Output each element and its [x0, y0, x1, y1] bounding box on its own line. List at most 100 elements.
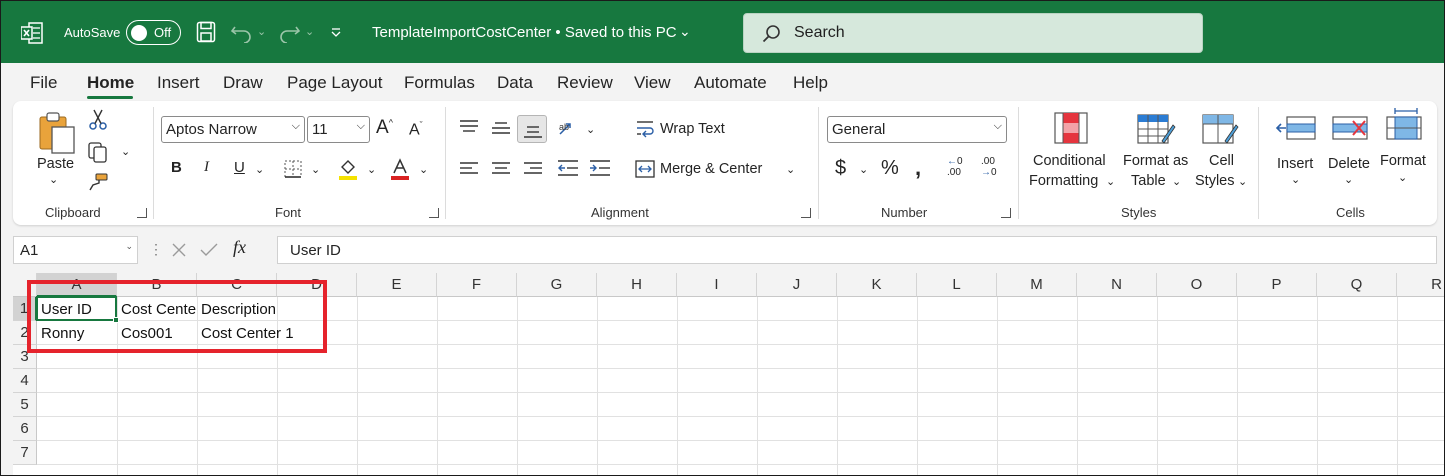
borders-icon[interactable] [283, 159, 303, 179]
row-header-7[interactable]: 7 [13, 441, 37, 465]
align-center-icon[interactable] [491, 161, 511, 177]
autosave-toggle[interactable]: Off [126, 20, 181, 45]
borders-dropdown-icon[interactable]: ⌄ [311, 163, 320, 176]
underline-icon[interactable]: U [234, 159, 245, 176]
conditional-formatting-icon[interactable] [1053, 111, 1089, 145]
more-options-icon[interactable]: ⋮ [149, 241, 163, 258]
column-header-o[interactable]: O [1157, 273, 1237, 297]
format-cells-icon[interactable] [1385, 107, 1423, 143]
column-header-h[interactable]: H [597, 273, 677, 297]
font-color-icon[interactable] [389, 157, 411, 181]
format-as-table-label-2[interactable]: Table [1131, 173, 1166, 189]
font-color-dropdown-icon[interactable]: ⌄ [419, 163, 428, 176]
currency-dropdown-icon[interactable]: ⌄ [859, 163, 868, 176]
cell-styles-label-1[interactable]: Cell [1209, 153, 1234, 169]
increase-indent-icon[interactable] [589, 159, 611, 179]
align-right-icon[interactable] [523, 161, 543, 177]
format-painter-icon[interactable] [87, 172, 109, 192]
redo-dropdown-icon[interactable]: ⌄ [305, 25, 314, 38]
paste-dropdown-icon[interactable]: ⌄ [49, 173, 58, 186]
format-cells-button[interactable]: Format [1380, 153, 1426, 169]
conditional-formatting-label-2[interactable]: Formatting [1029, 173, 1098, 189]
comma-style-icon[interactable]: , [915, 155, 921, 181]
formula-input[interactable]: User ID [277, 236, 1437, 264]
column-header-q[interactable]: Q [1317, 273, 1397, 297]
format-as-table-icon[interactable] [1136, 111, 1176, 147]
font-family-select[interactable]: Aptos Narrow ⌵ [161, 116, 305, 143]
delete-cells-icon[interactable] [1331, 113, 1371, 143]
paste-icon[interactable] [37, 111, 77, 155]
cancel-icon[interactable] [171, 242, 187, 258]
percent-icon[interactable]: % [881, 157, 899, 180]
format-as-table-label-1[interactable]: Format as [1123, 153, 1188, 169]
increase-decimal-icon[interactable]: ←0.00 [947, 156, 963, 178]
tab-review[interactable]: Review [557, 73, 613, 93]
chevron-down-icon[interactable]: ⌄ [1172, 175, 1181, 188]
number-format-select[interactable]: General ⌵ [827, 116, 1007, 143]
column-header-f[interactable]: F [437, 273, 517, 297]
fill-color-icon[interactable] [337, 157, 359, 181]
bottom-align-button[interactable] [517, 115, 547, 143]
currency-icon[interactable]: $ [835, 157, 846, 180]
font-size-select[interactable]: 11 ⌵ [307, 116, 370, 143]
search-box[interactable]: Search [743, 13, 1203, 53]
insert-cells-button[interactable]: Insert [1277, 156, 1313, 172]
row-header-5[interactable]: 5 [13, 393, 37, 417]
decrease-decimal-icon[interactable]: .00 →0 [981, 156, 997, 178]
column-header-l[interactable]: L [917, 273, 997, 297]
column-header-r[interactable]: R [1397, 273, 1444, 297]
tab-view[interactable]: View [634, 73, 671, 93]
document-title[interactable]: TemplateImportCostCenter • Saved to this… [372, 24, 677, 41]
insert-function-icon[interactable]: fx [233, 237, 246, 258]
tab-file[interactable]: File [30, 73, 57, 93]
alignment-launcher-icon[interactable] [801, 208, 811, 218]
name-box-dropdown-icon[interactable]: ⌄ [125, 241, 133, 252]
top-align-icon[interactable] [459, 119, 479, 135]
merge-center-button[interactable]: Merge & Center [660, 161, 762, 177]
row-header-4[interactable]: 4 [13, 369, 37, 393]
decrease-indent-icon[interactable] [557, 159, 579, 179]
increase-font-size-icon[interactable]: A^ [376, 117, 393, 139]
fill-color-dropdown-icon[interactable]: ⌄ [367, 163, 376, 176]
column-header-g[interactable]: G [517, 273, 597, 297]
merge-dropdown-icon[interactable]: ⌄ [786, 163, 795, 176]
redo-icon[interactable] [277, 21, 301, 43]
orientation-icon[interactable]: ab [557, 119, 579, 139]
underline-dropdown-icon[interactable]: ⌄ [255, 163, 264, 176]
merge-center-icon[interactable] [635, 160, 655, 178]
tab-automate[interactable]: Automate [694, 73, 767, 93]
tab-home[interactable]: Home [87, 73, 134, 93]
column-header-k[interactable]: K [837, 273, 917, 297]
chevron-down-icon[interactable]: ⌄ [1106, 175, 1115, 188]
align-left-icon[interactable] [459, 161, 479, 177]
paste-button[interactable]: Paste [37, 156, 74, 172]
chevron-down-icon[interactable]: ⌄ [1238, 175, 1247, 188]
delete-cells-button[interactable]: Delete [1328, 156, 1370, 172]
wrap-text-icon[interactable] [635, 119, 655, 139]
insert-cells-icon[interactable] [1275, 113, 1317, 143]
column-header-p[interactable]: P [1237, 273, 1317, 297]
tab-help[interactable]: Help [793, 73, 828, 93]
column-header-j[interactable]: J [757, 273, 837, 297]
cell-styles-label-2[interactable]: Styles [1195, 173, 1235, 189]
italic-icon[interactable]: I [204, 159, 209, 176]
column-header-e[interactable]: E [357, 273, 437, 297]
customize-toolbar-icon[interactable] [330, 27, 342, 39]
copy-icon[interactable] [87, 141, 109, 163]
chevron-down-icon[interactable]: ⌄ [679, 23, 691, 40]
tab-insert[interactable]: Insert [157, 73, 200, 93]
undo-icon[interactable] [230, 21, 254, 43]
middle-align-icon[interactable] [491, 121, 511, 137]
chevron-down-icon[interactable]: ⌄ [1398, 171, 1407, 184]
tab-data[interactable]: Data [497, 73, 533, 93]
chevron-down-icon[interactable]: ⌄ [1291, 173, 1300, 186]
cell-styles-icon[interactable] [1201, 111, 1241, 147]
column-header-n[interactable]: N [1077, 273, 1157, 297]
orientation-dropdown-icon[interactable]: ⌄ [586, 123, 595, 136]
bold-icon[interactable]: B [171, 159, 182, 176]
cut-icon[interactable] [89, 109, 107, 131]
save-icon[interactable] [196, 21, 216, 43]
undo-dropdown-icon[interactable]: ⌄ [257, 25, 266, 38]
tab-page-layout[interactable]: Page Layout [287, 73, 382, 93]
column-header-i[interactable]: I [677, 273, 757, 297]
